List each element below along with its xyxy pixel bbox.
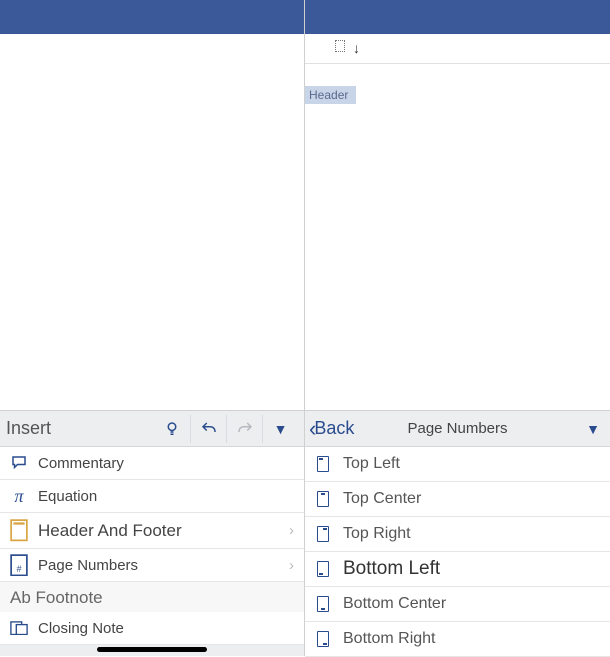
tab-arrow-icon[interactable]: ↓	[353, 40, 360, 56]
panel-title: Page Numbers	[407, 420, 507, 437]
page-icon	[10, 519, 28, 542]
position-label: Top Right	[343, 525, 411, 543]
comment-icon	[10, 454, 28, 472]
position-bottom-left[interactable]: Bottom Left	[305, 552, 610, 587]
menu-item-closing-note[interactable]: Closing Note	[0, 612, 304, 645]
menu-item-label: Commentary	[38, 455, 124, 472]
position-label: Top Left	[343, 455, 400, 473]
position-label: Bottom Left	[343, 558, 440, 580]
section-footnote: Ab Footnote	[0, 582, 304, 612]
menu-item-equation[interactable]: π Equation	[0, 480, 304, 513]
chevron-right-icon: ›	[289, 557, 294, 574]
collapse-panel-icon[interactable]: ▼	[586, 421, 600, 437]
thumb-bottom-center-icon	[317, 596, 329, 612]
menu-item-header-footer[interactable]: Header And Footer ›	[0, 513, 304, 549]
back-label: Back	[314, 418, 354, 439]
lightbulb-icon[interactable]	[154, 415, 190, 443]
ruler: ↓	[305, 34, 610, 64]
title-bar-right	[305, 0, 610, 34]
footnote-icon	[10, 621, 28, 635]
position-bottom-center[interactable]: Bottom Center	[305, 587, 610, 622]
menu-item-label: Header And Footer	[38, 521, 182, 541]
position-label: Bottom Right	[343, 630, 435, 648]
pi-icon: π	[10, 486, 28, 507]
page-numbers-panel: ‹ Back Page Numbers ▼ Top Left Top Cente…	[305, 410, 610, 656]
back-button[interactable]: ‹ Back	[305, 416, 354, 442]
position-top-right[interactable]: Top Right	[305, 517, 610, 552]
collapse-panel-icon[interactable]: ▼	[262, 415, 298, 443]
thumb-bottom-left-icon	[317, 561, 329, 577]
menu-item-label: Page Numbers	[38, 557, 138, 574]
redo-icon[interactable]	[226, 415, 262, 443]
thumb-top-center-icon	[317, 491, 329, 507]
thumb-top-left-icon	[317, 456, 329, 472]
position-top-left[interactable]: Top Left	[305, 447, 610, 482]
thumb-bottom-right-icon	[317, 631, 329, 647]
insert-panel: Insert ▼	[0, 410, 304, 656]
panel-title[interactable]: Insert	[6, 418, 51, 439]
chevron-right-icon: ›	[289, 522, 294, 539]
header-region-label[interactable]: Header	[305, 86, 356, 104]
page-number-icon: #	[10, 554, 28, 577]
position-label: Top Center	[343, 490, 421, 508]
position-top-center[interactable]: Top Center	[305, 482, 610, 517]
menu-item-label: Equation	[38, 488, 97, 505]
position-label: Bottom Center	[343, 595, 446, 613]
menu-item-commentary[interactable]: Commentary	[0, 447, 304, 480]
svg-text:#: #	[16, 564, 21, 574]
title-bar-left	[0, 0, 304, 34]
undo-icon[interactable]	[190, 415, 226, 443]
menu-item-label: Closing Note	[38, 620, 124, 637]
home-indicator[interactable]	[97, 647, 207, 652]
position-bottom-right[interactable]: Bottom Right	[305, 622, 610, 657]
thumb-top-right-icon	[317, 526, 329, 542]
indent-marker-icon[interactable]	[335, 40, 345, 52]
menu-item-page-numbers[interactable]: # Page Numbers ›	[0, 549, 304, 582]
